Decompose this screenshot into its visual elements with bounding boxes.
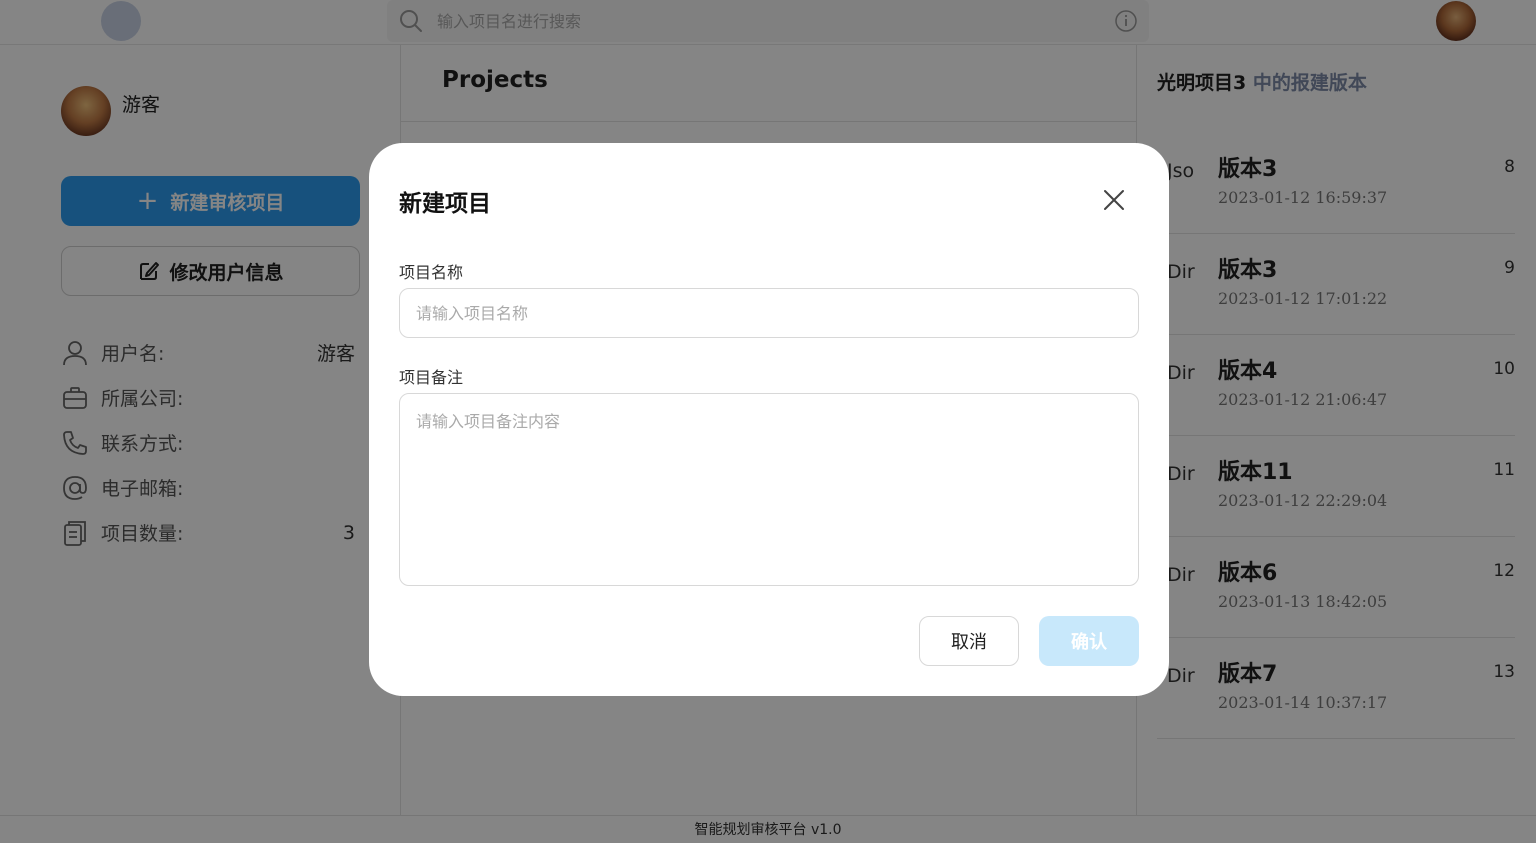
cancel-button[interactable]: 取消 — [919, 616, 1019, 666]
confirm-button[interactable]: 确认 — [1039, 616, 1139, 666]
project-note-textarea[interactable] — [399, 393, 1139, 586]
project-name-label: 项目名称 — [399, 263, 464, 282]
project-note-label: 项目备注 — [399, 368, 464, 387]
close-icon[interactable] — [1099, 185, 1129, 215]
modal-title: 新建项目 — [399, 191, 491, 217]
project-name-input[interactable] — [399, 288, 1139, 338]
new-project-modal: 新建项目 项目名称 项目备注 取消 确认 — [369, 143, 1169, 696]
